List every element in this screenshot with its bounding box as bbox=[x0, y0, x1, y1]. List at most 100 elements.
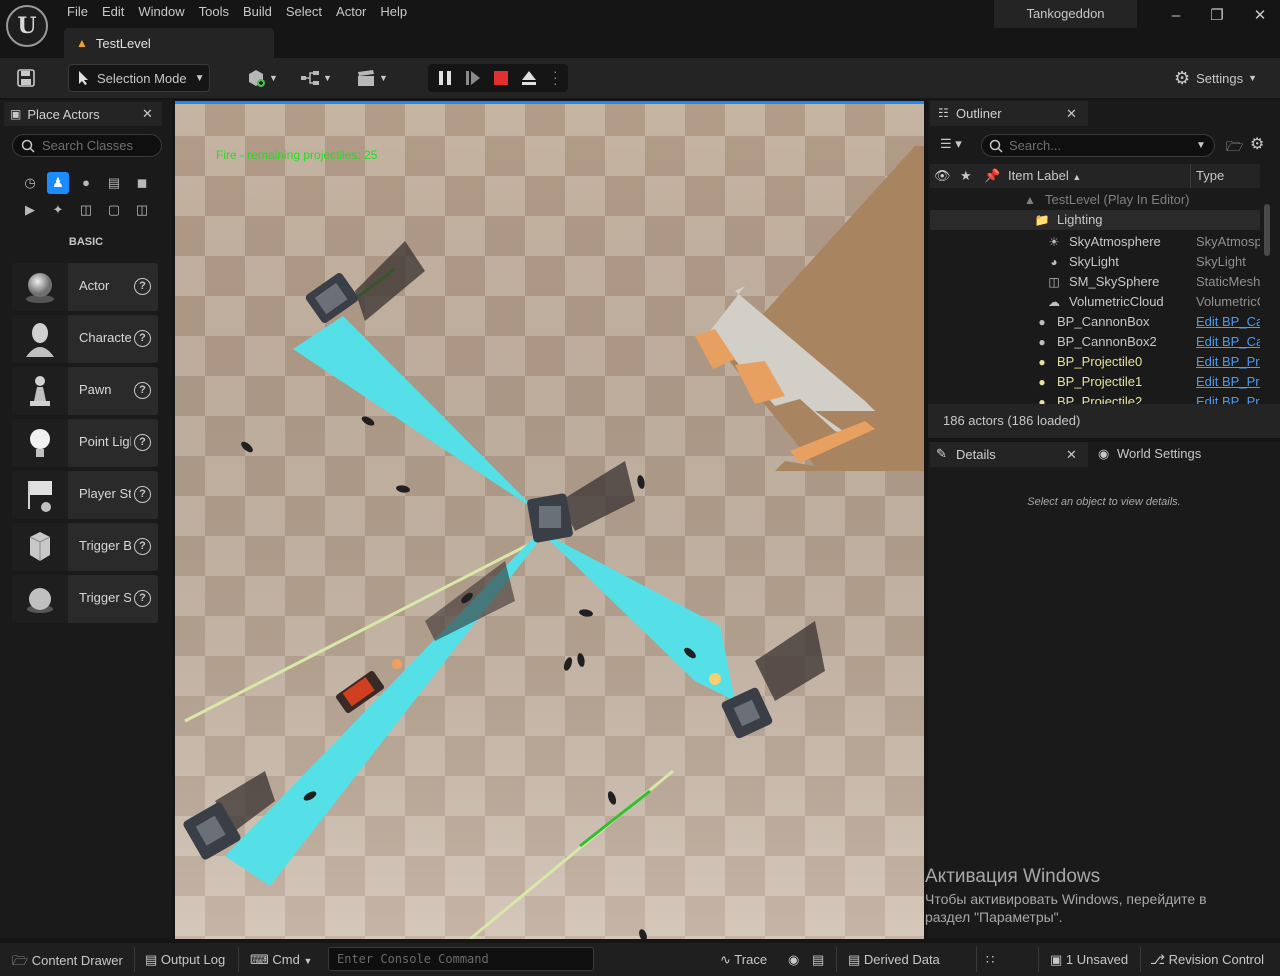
outliner-row[interactable]: ● BP_Projectile1 Edit BP_Projectile bbox=[930, 372, 1260, 392]
edit-blueprint-link[interactable]: Edit BP_Projectile bbox=[1196, 394, 1260, 404]
outliner-search-input[interactable]: Search... ▼ bbox=[981, 134, 1215, 157]
filter-icon[interactable]: ☰ ▾ bbox=[940, 136, 962, 152]
recent-icon[interactable]: ◷ bbox=[19, 172, 41, 194]
actor-item-trigger-box[interactable]: Trigger Box ? bbox=[12, 523, 158, 571]
minimize-icon[interactable]: – bbox=[1166, 6, 1186, 26]
blueprint-button[interactable]: ▼ bbox=[300, 64, 336, 92]
outliner-row-label: SkyAtmosphere bbox=[1069, 234, 1161, 249]
tab-details[interactable]: ✎ Details ✕ bbox=[930, 442, 1088, 467]
add-folder-icon[interactable]: 🗁 bbox=[1226, 136, 1243, 160]
cmd-dropdown[interactable]: ⌨ Cmd ▼ bbox=[250, 952, 312, 968]
settings-button[interactable]: ⚙ Settings ▼ bbox=[1174, 64, 1264, 92]
actor-item-character[interactable]: Character ? bbox=[12, 315, 158, 363]
menu-tools[interactable]: Tools bbox=[192, 0, 236, 24]
outliner-scrollbar[interactable] bbox=[1264, 204, 1270, 256]
menu-window[interactable]: Window bbox=[131, 0, 191, 24]
edit-blueprint-link[interactable]: Edit BP_CannonBox bbox=[1196, 334, 1260, 349]
menu-help[interactable]: Help bbox=[373, 0, 414, 24]
effects-icon[interactable]: ✦ bbox=[47, 199, 69, 221]
add-actor-button[interactable]: ▼ bbox=[246, 64, 282, 92]
close-icon[interactable]: ✕ bbox=[142, 106, 153, 122]
console-command-input[interactable]: Enter Console Command bbox=[328, 947, 594, 971]
help-icon[interactable]: ? bbox=[134, 434, 151, 451]
actor-item-pawn[interactable]: Pawn ? bbox=[12, 367, 158, 415]
help-icon[interactable]: ? bbox=[134, 382, 151, 399]
actor-item-trigger-sphere[interactable]: Trigger Sphere ? bbox=[12, 575, 158, 623]
menu-edit[interactable]: Edit bbox=[95, 0, 131, 24]
edit-blueprint-link[interactable]: Edit BP_Projectile bbox=[1196, 354, 1260, 369]
unsaved-button[interactable]: ▣ 1 Unsaved bbox=[1050, 952, 1128, 968]
outliner-row[interactable]: ◫ SM_SkySphere StaticMeshActor bbox=[930, 272, 1260, 292]
close-window-icon[interactable]: ✕ bbox=[1250, 6, 1270, 26]
menu-actor[interactable]: Actor bbox=[329, 0, 373, 24]
revision-control-button[interactable]: ⎇ Revision Control bbox=[1150, 952, 1264, 968]
actor-item-actor[interactable]: Actor ? bbox=[12, 263, 158, 311]
step-frame-icon[interactable] bbox=[465, 70, 481, 86]
close-icon[interactable]: ✕ bbox=[1066, 106, 1077, 122]
sky-atmosphere-icon: ☀ bbox=[1048, 235, 1060, 249]
selection-mode-dropdown[interactable]: Selection Mode ▼ bbox=[68, 64, 210, 92]
favorite-icon[interactable]: ★ bbox=[960, 168, 972, 184]
menu-build[interactable]: Build bbox=[236, 0, 279, 24]
column-type[interactable]: Type bbox=[1196, 168, 1224, 183]
volumes-icon[interactable]: ▶ bbox=[19, 199, 41, 221]
outliner-row[interactable]: ☁ VolumetricCloud VolumetricCloud bbox=[930, 292, 1260, 312]
lights-icon[interactable]: ● bbox=[75, 172, 97, 194]
actor-item-player-start[interactable]: Player Start ? bbox=[12, 471, 158, 519]
outliner-row[interactable]: ◕ SkyLight SkyLight bbox=[930, 252, 1260, 272]
outliner-row[interactable]: ☀ SkyAtmosphere SkyAtmosphere bbox=[930, 232, 1260, 252]
tab-world-settings[interactable]: ◉ World Settings bbox=[1098, 446, 1201, 462]
character-thumbnail bbox=[12, 315, 68, 363]
basic-category-icon[interactable]: ♟ bbox=[47, 172, 69, 194]
menu-select[interactable]: Select bbox=[279, 0, 329, 24]
static-mesh-icon: ◫ bbox=[1048, 275, 1060, 289]
edit-blueprint-link[interactable]: Edit BP_Projectile bbox=[1196, 374, 1260, 389]
trace-button[interactable]: ∿ Trace bbox=[720, 952, 767, 968]
tab-place-actors[interactable]: ▣ Place Actors ✕ bbox=[4, 102, 162, 126]
restore-icon[interactable]: ❐ bbox=[1207, 6, 1227, 26]
content-drawer-button[interactable]: 🗁 Content Drawer bbox=[12, 952, 123, 974]
derived-data-button[interactable]: ▤ Derived Data bbox=[848, 952, 940, 968]
outliner-row[interactable]: ● BP_CannonBox2 Edit BP_CannonBox bbox=[930, 332, 1260, 352]
column-item-label[interactable]: Item Label ▲ bbox=[1008, 168, 1081, 183]
actor-item-point-light[interactable]: Point Light ? bbox=[12, 419, 158, 467]
help-icon[interactable]: ? bbox=[134, 278, 151, 295]
outliner-row[interactable]: 📁 Lighting bbox=[930, 210, 1260, 230]
search-classes-input[interactable]: Search Classes bbox=[12, 134, 162, 157]
cinematics-button[interactable]: ▼ bbox=[356, 64, 392, 92]
help-icon[interactable]: ? bbox=[134, 538, 151, 555]
source-control-grid-icon[interactable]: ∷ bbox=[986, 952, 994, 968]
save-icon[interactable] bbox=[14, 64, 38, 92]
edit-blueprint-link[interactable]: Edit BP_CannonBox bbox=[1196, 314, 1260, 329]
tab-outliner[interactable]: ☷ Outliner ✕ bbox=[930, 101, 1088, 126]
more-options-icon[interactable]: · · · bbox=[553, 64, 558, 90]
pause-icon[interactable] bbox=[437, 70, 453, 86]
level-viewport[interactable]: Fire - remaining projectiles: 25 bbox=[175, 101, 924, 939]
outliner-row[interactable]: ● BP_CannonBox Edit BP_CannonBox bbox=[930, 312, 1260, 332]
chevron-down-icon[interactable]: ▼ bbox=[1196, 135, 1206, 156]
close-icon[interactable]: ✕ bbox=[1066, 447, 1077, 463]
help-icon[interactable]: ? bbox=[134, 330, 151, 347]
outliner-row[interactable]: ● BP_Projectile0 Edit BP_Projectile bbox=[930, 352, 1260, 372]
visibility-icon[interactable]: 👁 bbox=[934, 168, 951, 184]
visual-effects-icon[interactable]: ◼ bbox=[131, 172, 153, 194]
geometry-icon[interactable]: ◫ bbox=[75, 199, 97, 221]
shapes-icon[interactable]: ◫ bbox=[131, 199, 153, 221]
output-log-button[interactable]: ▤ Output Log bbox=[145, 952, 225, 968]
eject-icon[interactable] bbox=[521, 70, 537, 86]
menu-file[interactable]: File bbox=[60, 0, 95, 24]
help-icon[interactable]: ? bbox=[134, 590, 151, 607]
gear-icon[interactable]: ⚙ bbox=[1250, 134, 1264, 154]
pin-icon[interactable]: 📌 bbox=[984, 168, 1000, 184]
tab-level[interactable]: ▲ TestLevel bbox=[64, 28, 274, 58]
record-icon[interactable]: ◉ bbox=[788, 952, 799, 968]
outliner-row[interactable]: ● BP_Projectile2 Edit BP_Projectile bbox=[930, 392, 1260, 404]
help-icon[interactable]: ? bbox=[134, 486, 151, 503]
all-classes-icon[interactable]: ▢ bbox=[103, 199, 125, 221]
cinematic-icon[interactable]: ▤ bbox=[103, 172, 125, 194]
sort-asc-icon: ▲ bbox=[1072, 172, 1082, 182]
outliner-row-label: SM_SkySphere bbox=[1069, 274, 1160, 289]
outliner-row[interactable]: ▲ TestLevel (Play In Editor) bbox=[930, 190, 1260, 210]
stop-icon[interactable] bbox=[493, 70, 509, 86]
snapshot-icon[interactable]: ▤ bbox=[812, 952, 824, 968]
